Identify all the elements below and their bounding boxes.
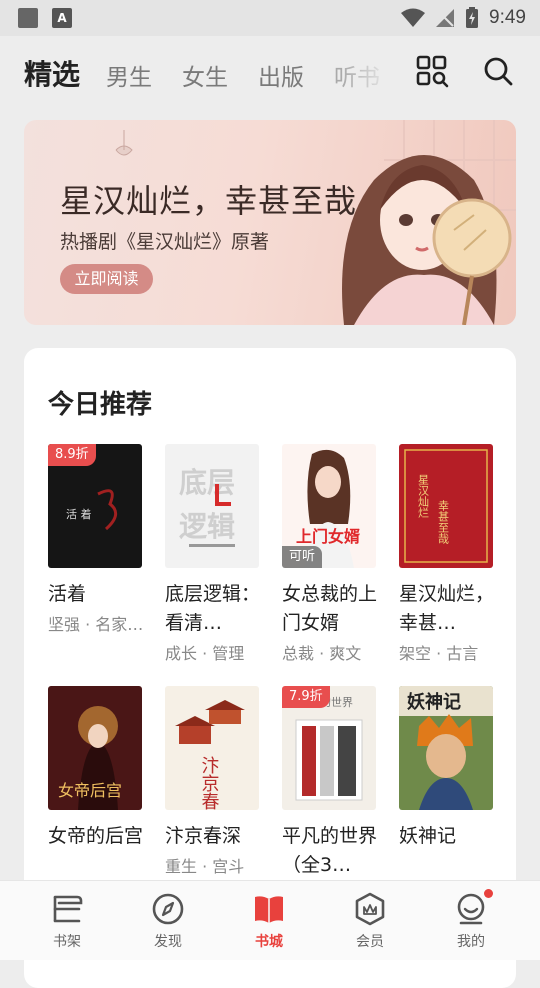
book-item[interactable]: 汴京春深 汴京春深 重生 · 宫斗 xyxy=(165,686,261,877)
nav-label: 发现 xyxy=(154,934,182,950)
tab-published[interactable]: 出版 xyxy=(258,58,304,92)
book-cover: 的世界 7.9折 xyxy=(282,686,376,810)
cover-art-empress: 女帝后宫 xyxy=(58,706,122,810)
svg-text:妖神记: 妖神记 xyxy=(407,691,461,713)
wifi-icon xyxy=(401,8,426,27)
cover-art-logic: 底层逻辑 xyxy=(179,466,235,547)
nav-label: 书城 xyxy=(255,934,283,950)
svg-text:星汉灿烂: 星汉灿烂 xyxy=(417,474,430,518)
promo-banner[interactable]: 星汉灿烂，幸甚至哉 热播剧《星汉灿烂》原著 立即阅读 xyxy=(24,120,516,325)
book-title: 平凡的世界（全3… xyxy=(282,825,378,876)
no-signal-icon xyxy=(436,9,455,27)
gallery-notification-icon xyxy=(18,8,38,28)
nav-bookstore[interactable]: 书城 xyxy=(229,881,309,961)
svg-text:幸甚至哉: 幸甚至哉 xyxy=(437,500,450,544)
book-title: 女帝的后宫 xyxy=(48,825,144,847)
nav-label: 会员 xyxy=(356,934,384,950)
tab-featured[interactable]: 精选 xyxy=(24,53,80,93)
book-item[interactable]: 妖神记 妖神记 xyxy=(399,686,495,851)
bookshelf-icon xyxy=(53,895,83,923)
book-cover: 上门女婿 可听 xyxy=(282,444,376,568)
banner-artwork xyxy=(115,120,516,325)
read-now-button[interactable]: 立即阅读 xyxy=(60,264,153,294)
tab-fade-overlay xyxy=(342,50,392,96)
battery-charging-icon xyxy=(466,7,479,28)
book-title: 星汉灿烂，幸甚… xyxy=(399,583,495,634)
cover-art-palace: 汴京春深 xyxy=(175,700,245,810)
clock: 9:49 xyxy=(489,7,526,28)
vip-icon xyxy=(355,892,385,926)
book-item[interactable]: 的世界 7.9折 平凡的世界（全3… xyxy=(282,686,378,880)
svg-text:底层: 底层 xyxy=(179,466,235,499)
tab-female[interactable]: 女生 xyxy=(182,58,228,92)
book-title: 妖神记 xyxy=(399,825,457,847)
svg-text:汴京春深: 汴京春深 xyxy=(199,756,220,810)
nav-label: 书架 xyxy=(53,934,81,950)
book-tags: 坚强 · 名家… xyxy=(48,615,144,634)
svg-text:逻辑: 逻辑 xyxy=(179,510,235,543)
book-title: 汴京春深 xyxy=(165,825,242,847)
book-item[interactable]: 星汉灿烂 幸甚至哉 星汉灿烂，幸甚… 架空 · 古言 xyxy=(399,444,495,664)
search-icon[interactable] xyxy=(481,54,515,88)
notification-dot xyxy=(484,889,493,898)
book-title: 底层逻辑：看清… xyxy=(165,583,261,634)
svg-text:上门女婿: 上门女婿 xyxy=(296,527,360,546)
book-cover: 底层 逻辑 xyxy=(165,444,259,568)
discount-badge: 7.9折 xyxy=(282,686,330,708)
nav-bookshelf[interactable]: 书架 xyxy=(27,881,107,961)
book-cover: 妖神记 xyxy=(399,686,493,810)
book-title: 女总裁的上门女婿 xyxy=(282,583,378,634)
compass-icon xyxy=(152,893,184,925)
nav-label: 我的 xyxy=(457,934,485,950)
book-cover: 女帝后宫 xyxy=(48,686,142,810)
status-bar: A 9:49 xyxy=(0,0,540,36)
banner-title: 星汉灿烂，幸甚至哉 xyxy=(60,182,358,220)
top-tab-bar: 精选 男生 女生 出版 听书 xyxy=(0,36,540,112)
book-tags: 重生 · 宫斗 xyxy=(165,857,245,876)
book-cover: 活 着 8.9折 xyxy=(48,444,142,568)
section-title: 今日推荐 xyxy=(48,390,153,420)
a-notification-icon: A xyxy=(52,8,72,28)
book-tags: 总裁 · 爽文 xyxy=(282,644,362,663)
bottom-nav: 书架 发现 书城 会员 我的 xyxy=(0,880,540,960)
book-item[interactable]: 上门女婿 可听 女总裁的上门女婿 总裁 · 爽文 xyxy=(282,444,378,664)
book-cover: 星汉灿烂 幸甚至哉 xyxy=(399,444,493,568)
book-tags: 架空 · 古言 xyxy=(399,644,479,663)
book-item[interactable]: 底层逻辑 底层逻辑：看清… 成长 · 管理 xyxy=(165,444,261,664)
tab-male[interactable]: 男生 xyxy=(106,58,152,92)
profile-icon xyxy=(457,893,485,925)
banner-subtitle: 热播剧《星汉灿烂》原著 xyxy=(60,231,270,253)
category-grid-icon[interactable] xyxy=(415,54,449,88)
bookstore-icon xyxy=(255,896,283,923)
book-item[interactable]: 女帝后宫 女帝的后宫 xyxy=(48,686,144,851)
nav-vip[interactable]: 会员 xyxy=(330,881,410,961)
discount-badge: 8.9折 xyxy=(48,444,96,466)
svg-text:活 着: 活 着 xyxy=(66,507,92,521)
book-tags: 成长 · 管理 xyxy=(165,644,245,663)
book-title: 活着 xyxy=(48,583,87,605)
svg-text:女帝后宫: 女帝后宫 xyxy=(58,781,122,800)
book-item[interactable]: 活 着 8.9折 活着 坚强 · 名家… xyxy=(48,444,144,635)
book-cover: 汴京春深 xyxy=(165,686,259,810)
listenable-badge: 可听 xyxy=(282,546,323,568)
nav-discover[interactable]: 发现 xyxy=(128,881,208,961)
cover-art-anime: 妖神记 xyxy=(399,686,493,810)
nav-profile[interactable]: 我的 xyxy=(431,881,511,961)
cover-art-red: 星汉灿烂幸甚至哉 xyxy=(404,449,488,563)
